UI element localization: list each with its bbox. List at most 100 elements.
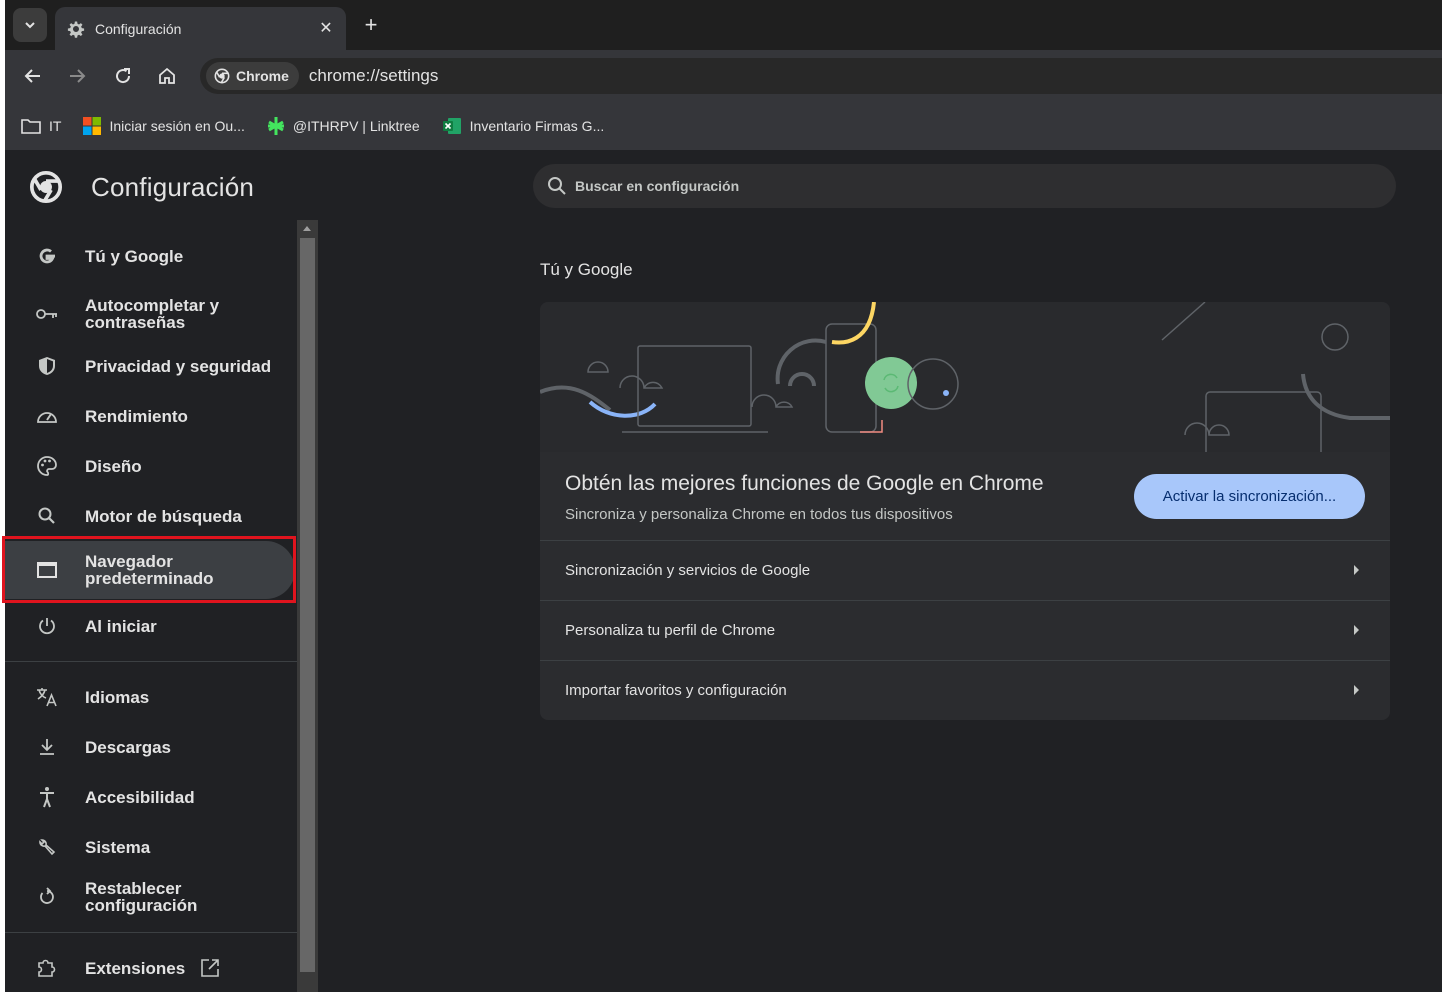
sidebar-item-downloads[interactable]: Descargas	[5, 722, 295, 772]
sidebar-item-label: Autocompletar y contraseñas	[85, 296, 220, 332]
wrench-icon	[35, 835, 59, 859]
bookmarks-bar: IT Iniciar sesión en Ou... @ITHRPV | Lin…	[5, 102, 1442, 150]
sidebar-item-label: Extensiones	[85, 958, 186, 978]
tab-search-button[interactable]	[13, 8, 47, 42]
sidebar-item-accessibility[interactable]: Accesibilidad	[5, 772, 295, 822]
sidebar-divider	[5, 661, 297, 662]
puzzle-icon	[35, 956, 59, 980]
sync-promo: Obtén las mejores funciones de Google en…	[540, 452, 1390, 540]
settings-page: Configuración Buscar en configuración Tú…	[2, 150, 1442, 992]
sidebar-item-label: Tú y Google	[85, 246, 184, 266]
new-tab-button[interactable]: +	[359, 12, 383, 37]
back-arrow-icon	[24, 69, 40, 83]
highlight-annotation-box	[2, 536, 296, 603]
forward-button[interactable]	[65, 64, 89, 88]
page-title: Configuración	[91, 171, 255, 202]
speedometer-icon	[35, 404, 59, 428]
sidebar-item-appearance[interactable]: Diseño	[5, 441, 295, 491]
settings-sidebar: Tú y Google Autocompletar y contraseñas …	[2, 220, 297, 992]
bookmark-label: Inventario Firmas G...	[469, 118, 605, 134]
reload-icon	[116, 68, 131, 84]
sidebar-item-reset[interactable]: Restablecer configuración	[5, 872, 295, 922]
bookmark-outlook[interactable]: Iniciar sesión en Ou...	[83, 117, 245, 135]
power-icon	[35, 614, 59, 638]
chevron-down-icon	[25, 22, 35, 29]
close-tab-icon[interactable]: ✕	[316, 18, 336, 38]
bookmark-label: @ITHRPV | Linktree	[292, 118, 420, 134]
sidebar-item-label: Idiomas	[85, 687, 150, 707]
promo-subtext: Sincroniza y personaliza Chrome en todos…	[565, 506, 953, 523]
home-icon	[159, 67, 175, 84]
sidebar-item-label: Al iniciar	[85, 616, 157, 636]
sidebar-item-performance[interactable]: Rendimiento	[5, 391, 295, 441]
chevron-right-icon	[1354, 685, 1359, 695]
row-import-bookmarks[interactable]: Importar favoritos y configuración	[540, 660, 1390, 720]
download-icon	[35, 735, 59, 759]
sidebar-scrollbar[interactable]	[297, 220, 318, 992]
scrollbar-thumb[interactable]	[300, 238, 315, 972]
translate-icon	[35, 685, 59, 709]
chip-label: Chrome	[236, 68, 289, 84]
sidebar-item-extensions[interactable]: Extensiones	[5, 943, 295, 992]
tab-strip: Configuración ✕ +	[5, 0, 1442, 50]
gear-icon	[67, 21, 85, 38]
site-info-chip[interactable]: Chrome	[206, 62, 299, 90]
chevron-right-icon	[1354, 565, 1359, 575]
tab-title: Configuración	[95, 20, 182, 37]
palette-icon	[35, 454, 59, 478]
sidebar-item-search-engine[interactable]: Motor de búsqueda	[5, 491, 295, 541]
search-icon	[548, 177, 566, 195]
sidebar-item-privacy[interactable]: Privacidad y seguridad	[5, 341, 295, 391]
bookmark-label: IT	[49, 118, 62, 134]
reset-icon	[35, 885, 59, 909]
sync-illustration	[540, 302, 1390, 463]
section-title: Tú y Google	[540, 260, 633, 279]
folder-icon	[21, 118, 41, 134]
turn-on-sync-button[interactable]: Activar la sincronización...	[1134, 474, 1365, 519]
sidebar-item-system[interactable]: Sistema	[5, 822, 295, 872]
sidebar-item-label: Restablecer configuración	[85, 879, 198, 915]
microsoft-icon	[83, 117, 102, 135]
row-customize-profile[interactable]: Personaliza tu perfil de Chrome	[540, 600, 1390, 660]
you-and-google-card: Obtén las mejores funciones de Google en…	[540, 302, 1390, 720]
browser-window: Configuración ✕ + Chrome chrome://settin…	[2, 0, 1442, 992]
url-text[interactable]: chrome://settings	[309, 66, 438, 86]
chevron-right-icon	[1354, 625, 1359, 635]
scroll-up-arrow-icon[interactable]	[303, 226, 311, 231]
sidebar-item-label: Diseño	[85, 456, 142, 476]
chrome-logo-icon	[214, 68, 230, 84]
settings-header: Configuración	[29, 170, 254, 204]
sidebar-item-you-and-google[interactable]: Tú y Google	[5, 231, 295, 281]
bookmark-label: Iniciar sesión en Ou...	[109, 118, 245, 134]
shield-icon	[35, 354, 59, 378]
key-icon	[35, 302, 59, 326]
sidebar-item-label: Accesibilidad	[85, 787, 195, 807]
sidebar-item-label: Descargas	[85, 737, 172, 757]
settings-search-input[interactable]: Buscar en configuración	[533, 164, 1396, 208]
bookmark-inventario[interactable]: Inventario Firmas G...	[442, 117, 605, 135]
row-sync-services[interactable]: Sincronización y servicios de Google	[540, 540, 1390, 600]
row-label: Sincronización y servicios de Google	[565, 562, 811, 579]
bookmark-folder-it[interactable]: IT	[21, 118, 61, 134]
sidebar-item-label: Rendimiento	[85, 406, 188, 426]
row-label: Importar favoritos y configuración	[565, 682, 787, 699]
sidebar-item-languages[interactable]: Idiomas	[5, 672, 295, 722]
sidebar-item-on-startup[interactable]: Al iniciar	[5, 601, 295, 651]
excel-icon	[442, 117, 462, 135]
sidebar-item-autofill[interactable]: Autocompletar y contraseñas	[5, 286, 295, 342]
reload-button[interactable]	[111, 64, 135, 88]
toolbar: Chrome chrome://settings	[5, 50, 1442, 102]
promo-heading: Obtén las mejores funciones de Google en…	[565, 472, 1044, 495]
tab-settings[interactable]: Configuración ✕	[55, 7, 346, 50]
back-button[interactable]	[21, 64, 45, 88]
sidebar-divider	[5, 932, 297, 933]
bookmark-linktree[interactable]: @ITHRPV | Linktree	[267, 116, 420, 136]
accessibility-icon	[35, 785, 59, 809]
search-placeholder: Buscar en configuración	[575, 178, 740, 194]
address-bar[interactable]: Chrome chrome://settings	[200, 58, 1442, 94]
external-link-icon	[200, 958, 220, 983]
search-icon	[35, 504, 59, 528]
home-button[interactable]	[155, 64, 179, 88]
sidebar-item-label: Motor de búsqueda	[85, 506, 242, 526]
google-g-icon	[35, 244, 59, 268]
